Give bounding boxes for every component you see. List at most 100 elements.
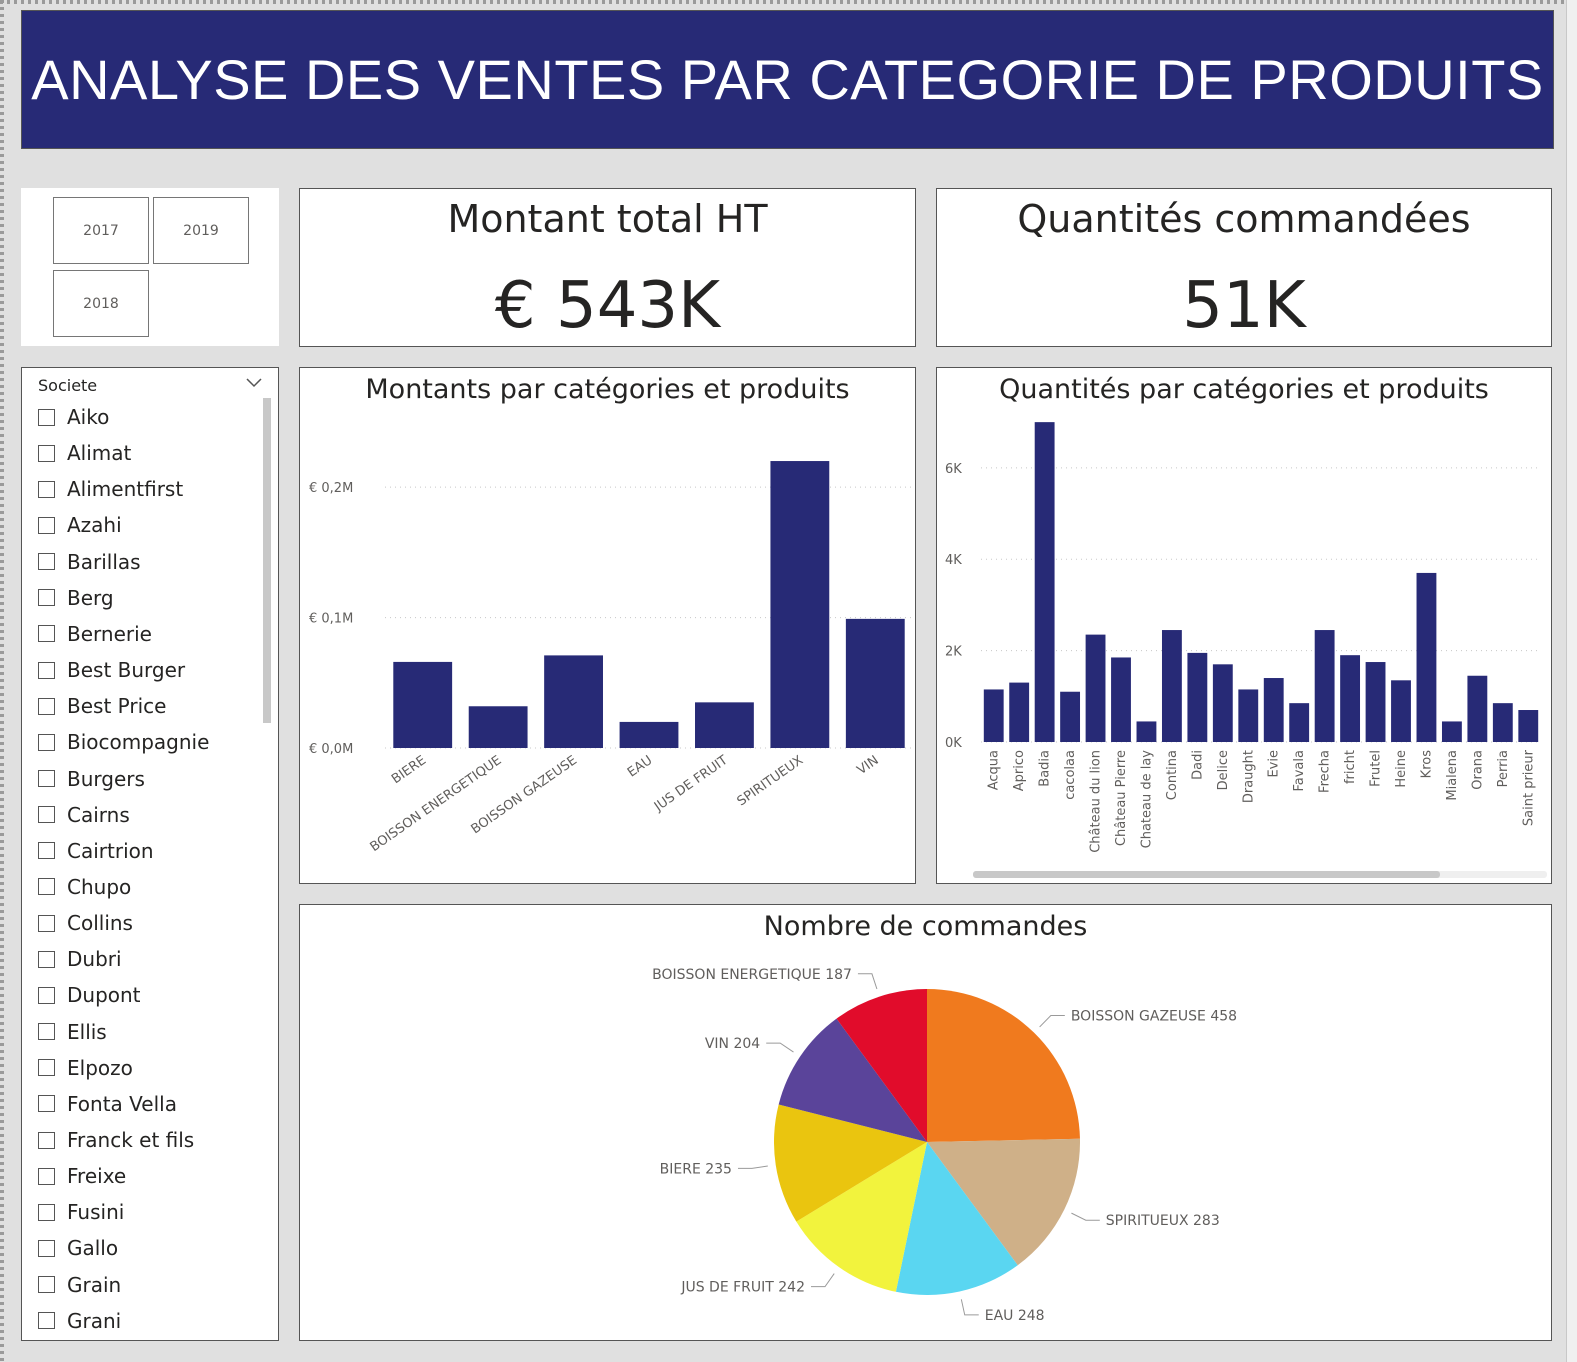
checkbox[interactable] (38, 878, 55, 896)
x-tick-label: BIERE (389, 753, 429, 787)
slicer-item-fusini[interactable]: Fusini (38, 1198, 124, 1226)
kpi-card-amount[interactable]: Montant total HT € 543K (299, 188, 916, 347)
x-tick-label: Frecha (1318, 750, 1333, 793)
slicer-item-berg[interactable]: Berg (38, 584, 114, 612)
kpi-card-quantity[interactable]: Quantités commandées 51K (936, 188, 1552, 347)
slicer-item-bernerie[interactable]: Bernerie (38, 620, 152, 648)
slicer-item-label: Burgers (67, 766, 145, 791)
slicer-item-alimentfirst[interactable]: Alimentfirst (38, 475, 183, 503)
checkbox[interactable] (38, 661, 55, 679)
checkbox[interactable] (38, 950, 55, 968)
slicer-item-ellis[interactable]: Ellis (38, 1018, 107, 1046)
slicer-header[interactable]: Societe (38, 376, 268, 398)
pie-data-label: SPIRITUEUX 283 (1106, 1213, 1220, 1229)
bar-chateau-pierre (1111, 657, 1131, 742)
title-banner: ANALYSE DES VENTES PAR CATEGORIE DE PROD… (21, 10, 1554, 149)
year-button-2017[interactable]: 2017 (53, 197, 149, 264)
year-button-2019[interactable]: 2019 (153, 197, 249, 264)
checkbox[interactable] (38, 1131, 55, 1149)
slicer-item-best-price[interactable]: Best Price (38, 692, 166, 720)
x-tick-label: Perria (1496, 750, 1511, 787)
checkbox[interactable] (38, 806, 55, 824)
x-tick-label: Favala (1292, 750, 1307, 792)
bar-chateau-de-lay (1136, 721, 1157, 742)
chevron-down-icon[interactable] (246, 376, 262, 392)
slicer-item-elpozo[interactable]: Elpozo (38, 1054, 133, 1082)
slicer-item-cairns[interactable]: Cairns (38, 801, 130, 829)
checkbox[interactable] (38, 842, 55, 860)
slicer-item-label: Grain (67, 1272, 122, 1297)
checkbox[interactable] (38, 408, 55, 426)
leader-line (960, 1299, 979, 1316)
pie-slice-boisson-gazeuse[interactable] (927, 989, 1080, 1142)
bar-frecha (1314, 630, 1335, 742)
slicer-scrollbar[interactable] (263, 398, 271, 723)
bar-boisson-gazeuse (544, 655, 603, 748)
y-tick-label: € 0,2M (309, 481, 353, 496)
checkbox[interactable] (38, 1095, 55, 1113)
checkbox[interactable] (38, 480, 55, 498)
slicer-item-dubri[interactable]: Dubri (38, 945, 122, 973)
canvas-right-scrollbar[interactable] (1566, 0, 1577, 1362)
checkbox[interactable] (38, 516, 55, 534)
slicer-item-best-burger[interactable]: Best Burger (38, 656, 185, 684)
slicer-item-collins[interactable]: Collins (38, 909, 133, 937)
slicer-item-label: Fonta Vella (67, 1091, 177, 1116)
slicer-item-grain[interactable]: Grain (38, 1271, 121, 1299)
checkbox[interactable] (38, 1059, 55, 1077)
checkbox[interactable] (38, 1167, 55, 1185)
checkbox[interactable] (38, 589, 55, 607)
slicer-item-aiko[interactable]: Aiko (38, 403, 109, 431)
checkbox[interactable] (38, 625, 55, 643)
canvas-top-border (0, 0, 1568, 4)
checkbox[interactable] (38, 914, 55, 932)
societe-slicer: Societe Aiko Alimat Alimentfirst Azahi Baril… (21, 367, 279, 1341)
checkbox[interactable] (38, 444, 55, 462)
bar-spiritueux (770, 461, 830, 748)
bar-delice (1212, 664, 1233, 742)
y-tick-label: 6K (945, 462, 962, 477)
checkbox[interactable] (38, 553, 55, 571)
slicer-item-freixe[interactable]: Freixe (38, 1162, 126, 1190)
checkbox[interactable] (38, 1276, 55, 1294)
amount-bar-chart[interactable]: Montants par catégories et produits € 0,… (299, 367, 916, 884)
slicer-item-fonta-vella[interactable]: Fonta Vella (38, 1090, 177, 1118)
checkbox[interactable] (38, 770, 55, 787)
slicer-item-label: Franck et fils (67, 1128, 195, 1152)
checkbox[interactable] (38, 1203, 55, 1221)
pie-data-label: BIERE 235 (660, 1161, 732, 1177)
checkbox[interactable] (38, 733, 55, 751)
slicer-item-label: Ellis (67, 1019, 107, 1044)
kpi-quantity-title: Quantités commandées (1017, 197, 1471, 241)
slicer-item-label: Freixe (67, 1164, 127, 1189)
checkbox[interactable] (38, 1239, 55, 1257)
slicer-item-burgers[interactable]: Burgers (38, 765, 145, 793)
bar-mialena (1441, 721, 1462, 742)
x-tick-label: JUS DE FRUIT (651, 753, 731, 815)
slicer-item-label: Chupo (67, 874, 132, 899)
horizontal-scrollbar-thumb[interactable] (973, 871, 1440, 878)
slicer-item-label: Berg (67, 585, 114, 610)
slicer-item-franck-et-fils[interactable]: Franck et fils (38, 1126, 194, 1154)
bar-draught (1238, 689, 1259, 742)
checkbox[interactable] (38, 1312, 55, 1330)
slicer-item-grani[interactable]: Grani (38, 1307, 121, 1335)
slicer-item-biocompagnie[interactable]: Biocompagnie (38, 728, 209, 756)
slicer-item-barillas[interactable]: Barillas (38, 548, 141, 576)
slicer-item-dupont[interactable]: Dupont (38, 981, 141, 1009)
orders-pie-chart[interactable]: Nombre de commandes BOISSON GAZEUSE 458 S… (299, 904, 1552, 1341)
checkbox[interactable] (38, 697, 55, 715)
checkbox[interactable] (38, 986, 55, 1004)
slicer-item-alimat[interactable]: Alimat (38, 439, 131, 467)
leader-line (766, 1042, 794, 1053)
page-title: ANALYSE DES VENTES PAR CATEGORIE DE PROD… (31, 48, 1544, 111)
checkbox[interactable] (38, 1023, 55, 1041)
bar-biere (393, 661, 453, 748)
slicer-item-cairtrion[interactable]: Cairtrion (38, 837, 154, 865)
slicer-item-chupo[interactable]: Chupo (38, 873, 131, 901)
slicer-item-azahi[interactable]: Azahi (38, 511, 122, 539)
slicer-item-gallo[interactable]: Gallo (38, 1234, 118, 1262)
year-button-2018[interactable]: 2018 (53, 270, 149, 337)
bar-favala (1289, 703, 1310, 742)
quantity-bar-chart[interactable]: Quantités par catégories et produits 0K 2… (936, 367, 1552, 884)
